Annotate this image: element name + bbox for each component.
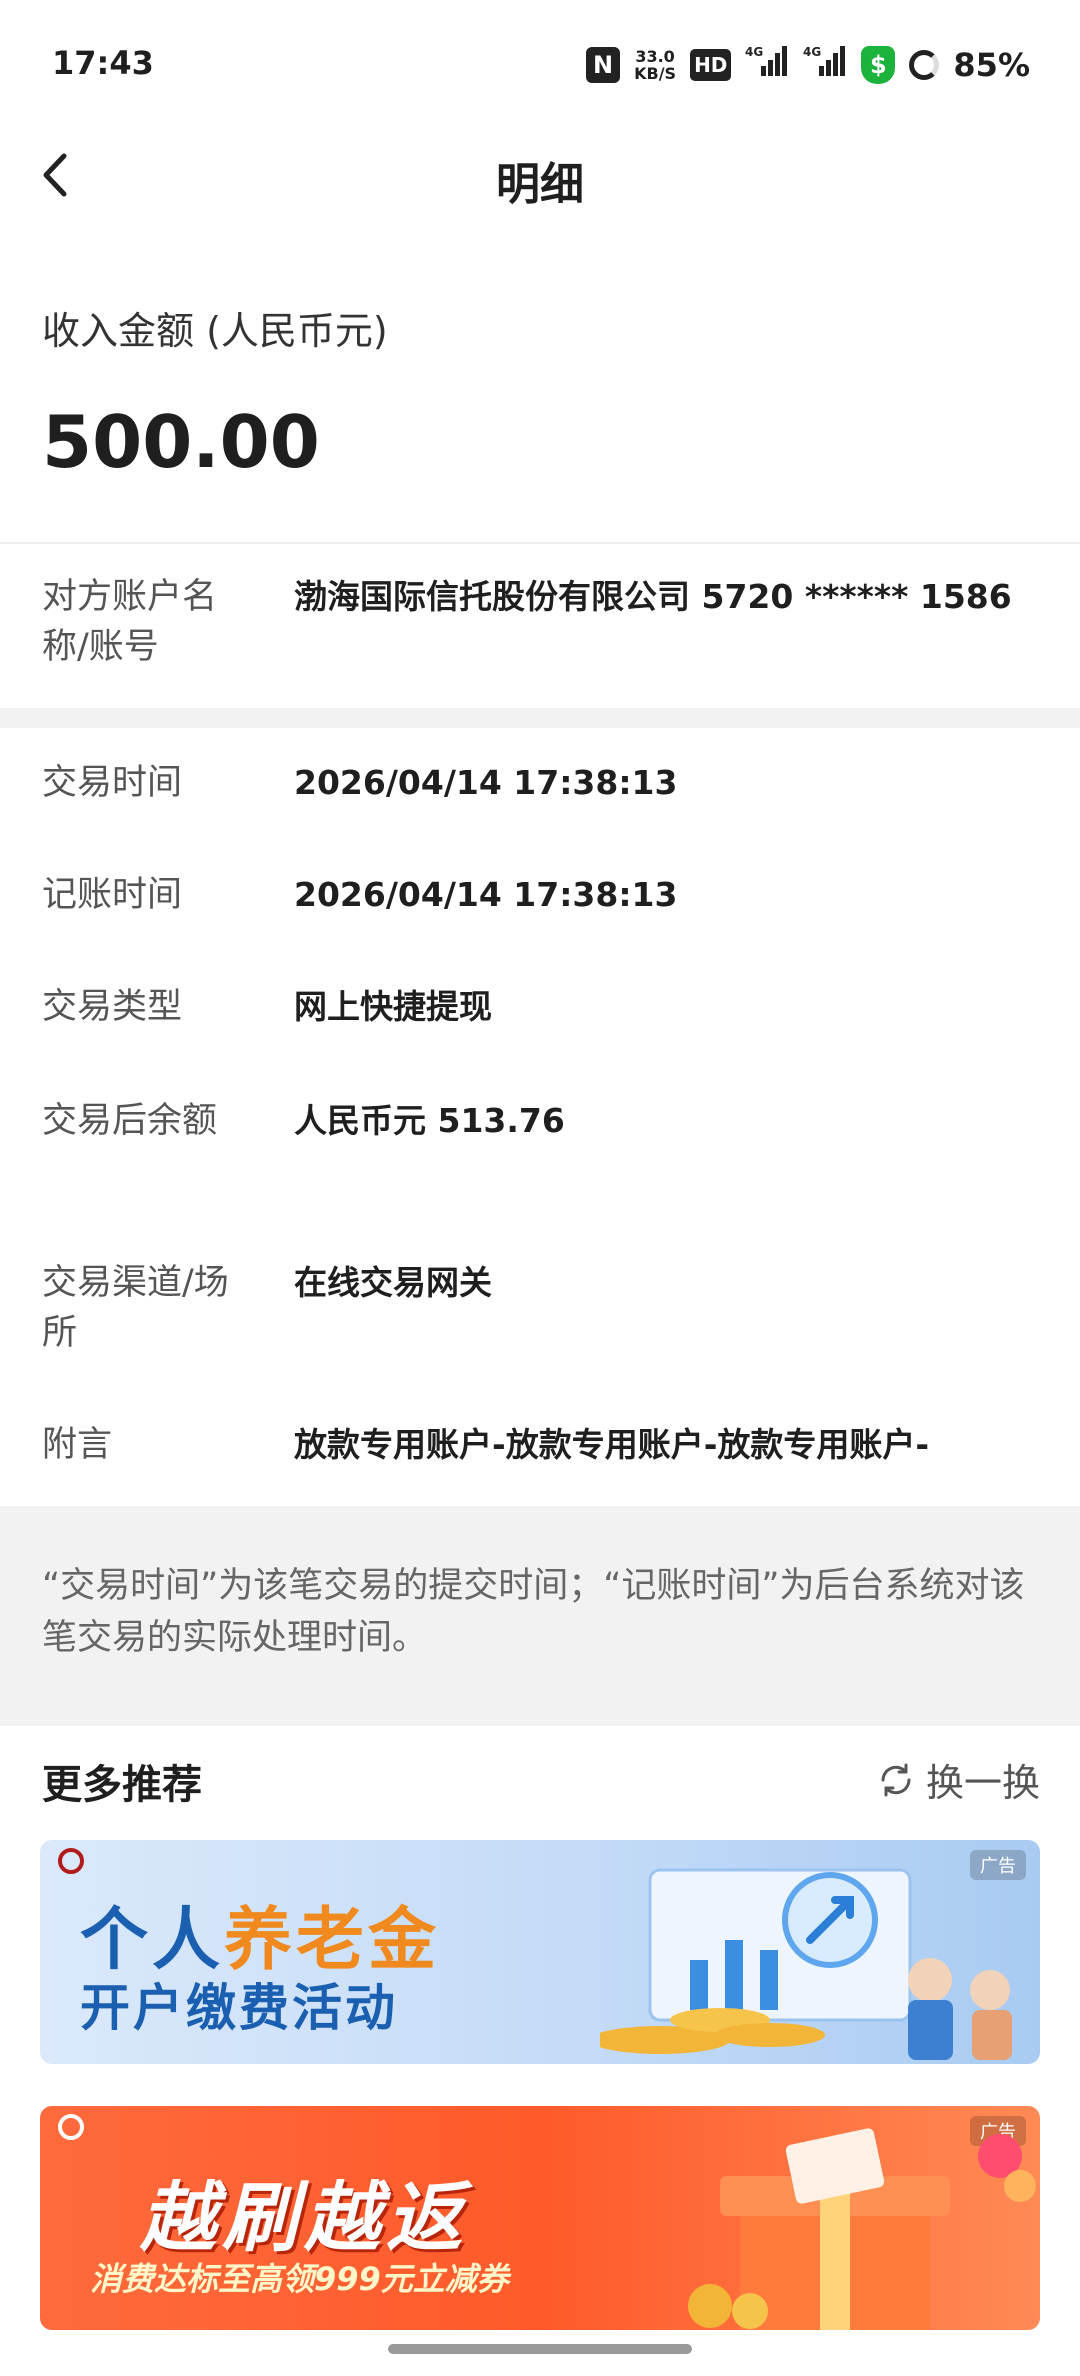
- detail-value: 2026/04/14 17:38:13: [294, 763, 678, 802]
- pension-illustration: [600, 1868, 1012, 2060]
- income-amount-label: 收入金额 (人民币元): [42, 309, 388, 353]
- security-shield-icon: $: [861, 46, 896, 84]
- divider: [0, 542, 1080, 544]
- page-title: 明细: [496, 159, 584, 210]
- status-time: 17:43: [52, 44, 154, 82]
- detail-label: 交易时间: [42, 763, 183, 803]
- banner-headline: 越刷越返: [140, 2173, 468, 2262]
- signal-icon-1: 4G: [745, 44, 789, 86]
- network-speed-unit: KB/S: [634, 64, 677, 83]
- detail-value: 在线交易网关: [294, 1263, 492, 1302]
- signal-icon-2: 4G: [803, 44, 847, 86]
- home-indicator[interactable]: [388, 2344, 692, 2354]
- time-explanation-note: “交易时间”为该笔交易的提交时间；“记账时间”为后台系统对该笔交易的实际处理时间…: [42, 1566, 1025, 1658]
- detail-value: 网上快捷提现: [294, 987, 492, 1026]
- detail-row-channel: 交易渠道/场所 在线交易网关: [0, 1258, 1080, 1368]
- detail-row-balance: 交易后余额 人民币元 513.76: [0, 1096, 1080, 1206]
- refresh-label: 换一换: [925, 1761, 1040, 1805]
- bank-of-china-logo: [58, 1848, 84, 1874]
- detail-value: 人民币元 513.76: [294, 1101, 565, 1140]
- detail-value: 渤海国际信托股份有限公司 5720 ****** 1586: [294, 577, 1012, 616]
- bank-logo-icon: [58, 1848, 84, 1874]
- detail-label: 交易渠道/场所: [42, 1263, 229, 1353]
- detail-label: 交易类型: [42, 987, 183, 1027]
- ad-banner-credit-card[interactable]: 广告 越刷越返 消费达标至高领999元立减券: [40, 2106, 1040, 2330]
- network-speed-value: 33.0: [635, 47, 675, 66]
- bank-logo-icon: [58, 2114, 84, 2140]
- signal-2-label: 4G: [803, 45, 821, 59]
- detail-row-trade-time: 交易时间 2026/04/14 17:38:13: [0, 758, 1080, 818]
- banner-subline: 开户缴费活动: [80, 1979, 398, 2037]
- recommend-title: 更多推荐: [42, 1762, 202, 1808]
- refresh-button[interactable]: 换一换: [876, 1752, 1040, 1807]
- detail-row-trade-type: 交易类型 网上快捷提现: [0, 982, 1080, 1042]
- signal-1-label: 4G: [745, 45, 763, 59]
- detail-label: 交易后余额: [42, 1101, 218, 1141]
- detail-row-posting-time: 记账时间 2026/04/14 17:38:13: [0, 870, 1080, 930]
- gift-box-illustration: [688, 2128, 1036, 2330]
- detail-value: 放款专用账户-放款专用账户-放款专用账户-: [294, 1425, 930, 1464]
- section-divider: [0, 708, 1080, 728]
- detail-label: 对方账户名称/账号: [42, 577, 218, 667]
- detail-label: 记账时间: [42, 875, 183, 915]
- refresh-icon: [881, 1763, 911, 1796]
- detail-value: 2026/04/14 17:38:13: [294, 875, 678, 914]
- detail-row-memo: 附言 放款专用账户-放款专用账户-放款专用账户-: [0, 1420, 1080, 1480]
- detail-label: 附言: [42, 1425, 113, 1465]
- hd-voice-icon: HD: [690, 49, 732, 81]
- ad-banner-pension[interactable]: 广告 个人养老金 开户缴费活动: [40, 1840, 1040, 2064]
- detail-row-counterparty: 对方账户名称/账号 渤海国际信托股份有限公司 5720 ****** 1586: [0, 572, 1080, 682]
- status-bar: 17:43 N 33.0 KB/S HD 4G 4G $ 85%: [0, 0, 1080, 130]
- income-amount-value: 500.00: [42, 400, 320, 484]
- top-nav: 明细: [0, 130, 1080, 220]
- bank-of-china-logo: [58, 2114, 84, 2140]
- status-icons: N 33.0 KB/S HD 4G 4G $ 85%: [586, 44, 1030, 86]
- network-speed: 33.0 KB/S: [634, 48, 676, 82]
- battery-percent: 85%: [953, 46, 1030, 84]
- banner-subline: 消费达标至高领999元立减券: [90, 2260, 509, 2298]
- nfc-icon: N: [586, 47, 621, 83]
- battery-icon: [909, 50, 940, 80]
